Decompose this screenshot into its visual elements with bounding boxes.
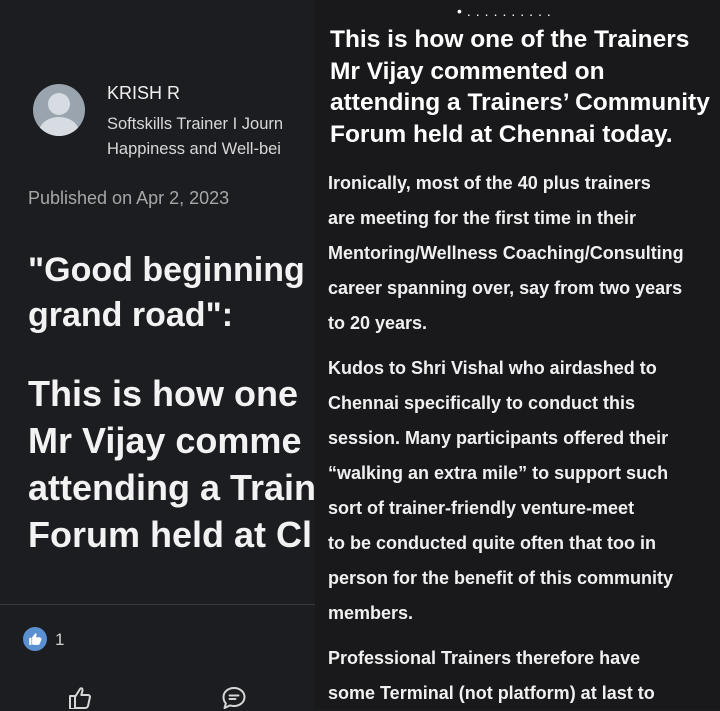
lead-line: Forum held at Cl	[28, 514, 313, 555]
detail-title-line: This is how one of the Trainers	[330, 26, 690, 53]
article-lead: This is how one Mr Vijay comme attending…	[28, 370, 315, 558]
paragraph-line: sort of trainer-friendly venture-meet	[328, 498, 635, 518]
headline-line: "Good beginning	[28, 251, 305, 289]
paragraph-line: career spanning over, say from two years	[328, 278, 683, 298]
author-title: Softskills Trainer I Journ Happiness and…	[107, 112, 312, 162]
avatar-head	[48, 93, 70, 115]
thumbs-up-badge-icon	[29, 633, 42, 645]
detail-title-line: attending a Trainers’ Community	[330, 89, 710, 116]
author-name[interactable]: KRISH R	[107, 83, 180, 104]
paragraph-line: Professional Trainers therefore have	[328, 648, 641, 668]
divider	[0, 604, 315, 605]
detail-paragraph-3: Professional Trainers therefore have som…	[328, 641, 720, 711]
carousel-indicator[interactable]: •..........	[457, 3, 556, 19]
lead-line: Mr Vijay comme	[28, 420, 302, 461]
article-headline: "Good beginning grand road":	[28, 248, 315, 338]
detail-title: This is how one of the Trainers Mr Vijay…	[330, 24, 720, 150]
article-panel: KRISH R Softskills Trainer I Journ Happi…	[0, 0, 315, 709]
detail-paragraph-2: Kudos to Shri Vishal who airdashed to Ch…	[328, 351, 720, 631]
thumbs-up-icon[interactable]	[66, 683, 94, 709]
paragraph-line: are meeting for the first time in their	[328, 208, 637, 228]
paragraph-line: Kudos to Shri Vishal who airdashed to	[328, 358, 657, 378]
paragraph-line: Mentoring/Wellness Coaching/Consulting	[328, 243, 684, 263]
author-title-line: Softskills Trainer I Journ	[107, 115, 284, 133]
published-date: Published on Apr 2, 2023	[28, 188, 230, 208]
paragraph-line: “walking an extra mile” to support such	[328, 463, 669, 483]
paragraph-line: to be conducted quite often that too in	[328, 533, 656, 553]
detail-title-line: Forum held at Chennai today.	[330, 120, 673, 148]
like-reaction-icon[interactable]	[23, 627, 47, 651]
paragraph-line: person for the benefit of this community	[328, 568, 674, 588]
paragraph-line: members.	[328, 603, 414, 623]
paragraph-line: session. Many participants offered their	[328, 428, 669, 448]
author-title-line: Happiness and Well-bei	[107, 140, 281, 158]
paragraph-line: Chennai specifically to conduct this	[328, 393, 636, 413]
paragraph-line: some Terminal (not platform) at last to	[328, 683, 655, 703]
lead-line: This is how one	[28, 373, 299, 414]
paragraph-line: Ironically, most of the 40 plus trainers	[328, 173, 651, 193]
headline-line: grand road":	[28, 296, 234, 334]
detail-title-line: Mr Vijay commented on	[330, 57, 605, 85]
lead-line: attending a Train	[28, 467, 315, 508]
paragraph-line: to 20 years.	[328, 313, 428, 333]
comment-icon[interactable]	[220, 684, 248, 709]
detail-paragraph-1: Ironically, most of the 40 plus trainers…	[328, 166, 720, 341]
avatar-body	[39, 117, 79, 136]
reaction-count[interactable]: 1	[55, 630, 64, 650]
author-avatar[interactable]	[33, 84, 85, 136]
